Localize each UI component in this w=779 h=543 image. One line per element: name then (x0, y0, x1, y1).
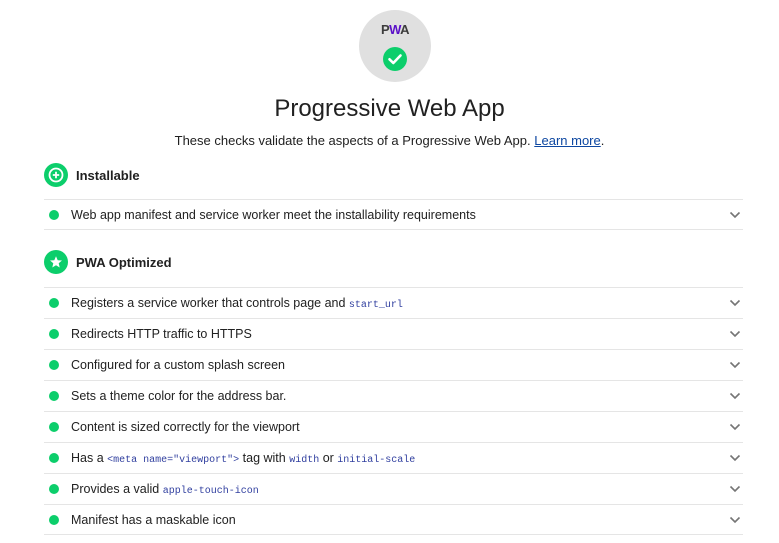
audit-title: Sets a theme color for the address bar. (71, 389, 287, 403)
audit-content-width[interactable]: Content is sized correctly for the viewp… (44, 411, 743, 442)
audit-theme-color[interactable]: Sets a theme color for the address bar. (44, 380, 743, 411)
chevron-down-icon[interactable] (729, 330, 741, 338)
chevron-down-icon[interactable] (729, 361, 741, 369)
audit-title: Has a <meta name="viewport"> tag with wi… (71, 451, 729, 466)
description-period: . (600, 133, 605, 148)
audit-title: Provides a valid apple-touch-icon (71, 482, 729, 497)
code-apple-touch-icon: apple-touch-icon (162, 485, 259, 497)
audit-title: Configured for a custom splash screen (71, 358, 285, 372)
group-optimized-title: PWA Optimized (76, 254, 172, 270)
pass-indicator (49, 391, 59, 401)
chevron-down-icon[interactable] (729, 485, 741, 493)
audit-maskable-icon[interactable]: Manifest has a maskable icon (44, 504, 743, 535)
chevron-down-icon[interactable] (729, 423, 741, 431)
check-circle-icon (383, 47, 407, 71)
learn-more-link[interactable]: Learn more (534, 133, 600, 148)
pass-indicator (49, 453, 59, 463)
audit-splash-screen[interactable]: Configured for a custom splash screen (44, 349, 743, 380)
pass-indicator (49, 298, 59, 308)
pwa-logo: PWA (359, 23, 431, 37)
page-title: Progressive Web App (274, 95, 505, 122)
audit-title: Registers a service worker that controls… (71, 296, 729, 311)
code-initial-scale: initial-scale (337, 454, 416, 466)
pwa-logo-a: A (400, 22, 410, 37)
group-installable-title: Installable (76, 167, 140, 183)
code-meta-viewport: <meta name="viewport"> (107, 454, 240, 466)
audit-apple-touch-icon[interactable]: Provides a valid apple-touch-icon (44, 473, 743, 504)
pass-indicator (49, 422, 59, 432)
audit-text-part: Provides a valid (71, 481, 163, 496)
audit-text-part: Registers a service worker that controls… (71, 295, 349, 310)
description-text: These checks validate the aspects of a P… (174, 133, 531, 148)
group-optimized-header: PWA Optimized (44, 250, 172, 274)
pass-indicator (49, 209, 59, 220)
category-description: These checks validate the aspects of a P… (0, 133, 779, 149)
pass-indicator (49, 329, 59, 339)
audit-text-part: tag with (239, 450, 290, 465)
pwa-logo-w: W (389, 22, 401, 37)
audit-title: Content is sized correctly for the viewp… (71, 420, 300, 434)
chevron-down-icon[interactable] (729, 392, 741, 400)
pass-indicator (49, 514, 59, 525)
audit-text-part: or (319, 450, 338, 465)
chevron-down-icon[interactable] (729, 211, 741, 219)
audit-title: Web app manifest and service worker meet… (71, 207, 476, 222)
group-installable-header: Installable (44, 163, 140, 187)
chevron-down-icon[interactable] (729, 454, 741, 462)
audit-text-part: Has a (71, 450, 108, 465)
audit-viewport[interactable]: Has a <meta name="viewport"> tag with wi… (44, 442, 743, 473)
code-start-url: start_url (348, 299, 403, 311)
audit-title: Manifest has a maskable icon (71, 512, 236, 527)
plus-circle-icon (44, 163, 68, 187)
pwa-logo-p: P (380, 22, 390, 37)
audit-service-worker[interactable]: Registers a service worker that controls… (44, 287, 743, 318)
audit-redirects-http[interactable]: Redirects HTTP traffic to HTTPS (44, 318, 743, 349)
pass-indicator (49, 360, 59, 370)
pwa-gauge: PWA (359, 10, 431, 82)
audit-installable-manifest[interactable]: Web app manifest and service worker meet… (44, 199, 743, 230)
star-circle-icon (44, 250, 68, 274)
code-width: width (289, 454, 320, 466)
chevron-down-icon[interactable] (729, 299, 741, 307)
pass-indicator (49, 484, 59, 494)
chevron-down-icon[interactable] (729, 516, 741, 524)
audit-title: Redirects HTTP traffic to HTTPS (71, 327, 252, 341)
